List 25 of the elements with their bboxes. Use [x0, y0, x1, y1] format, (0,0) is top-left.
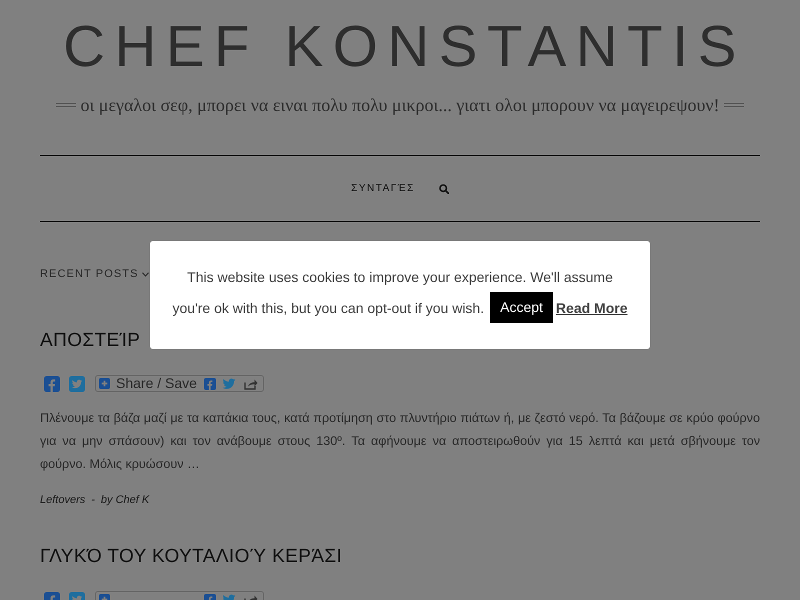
twitter-bird-icon[interactable] — [69, 376, 85, 392]
double-line-icon — [56, 102, 76, 108]
cookie-message: you're ok with this, but you can opt-out if you wish. — [172, 298, 484, 318]
facebook-icon — [204, 378, 216, 390]
plus-icon — [99, 378, 110, 389]
meta-separator: - — [91, 493, 95, 508]
accept-button[interactable]: Accept — [490, 292, 553, 323]
post-excerpt: Πλένουμε τα βάζα μαζί με τα καπάκια τους, κατά προτίμηση στο πλυντήριο πιάτων ή, με ζεστό νερό. Τα βάζουμε σε κρύο φούρνο για να μην σπάσουν) και τον ανάβουμε στους 130º. Τα αφήνουμε να αποστειρωθούν για 15 λεπτά και μετά σβήνουμε τον φούρνο. Μόλις κρυώσουν … — [40, 410, 760, 473]
site-tagline: οι μεγαλοι σεφ, μπορει να ειναι πολυ πολυ μικροι... γιατι ολοι μπορουν να μαγειρεψουν! — [80, 94, 720, 116]
search-icon[interactable] — [438, 184, 449, 194]
site-title[interactable]: CHEF KONSTANTIS — [40, 14, 760, 80]
double-line-icon — [724, 102, 744, 108]
chevron-down-icon[interactable] — [142, 272, 149, 276]
post-title[interactable]: ΓΛΥΚΌ ΤΟΥ ΚΟΥΤΑΛΙΟΎ ΚΕΡΆΣΙ — [40, 545, 342, 569]
facebook-icon[interactable] — [44, 376, 60, 392]
read-more-link[interactable]: Read More — [556, 292, 628, 322]
nav-link[interactable]: ΣΥΝΤΑΓΈΣ — [351, 181, 415, 196]
share-save-button[interactable]: Share / Save — [95, 375, 264, 392]
post-author: by Chef K — [100, 493, 150, 508]
section-heading: RECENT POSTS — [40, 267, 139, 281]
post-title[interactable]: ΑΠΟΣΤΕΊΡ — [40, 329, 140, 353]
twitter-bird-icon — [222, 378, 236, 390]
cookie-message: This website uses cookies to improve your experience. We'll assume — [187, 268, 613, 287]
category-link[interactable]: Leftovers — [40, 492, 86, 508]
share-arrow-icon — [244, 378, 258, 390]
